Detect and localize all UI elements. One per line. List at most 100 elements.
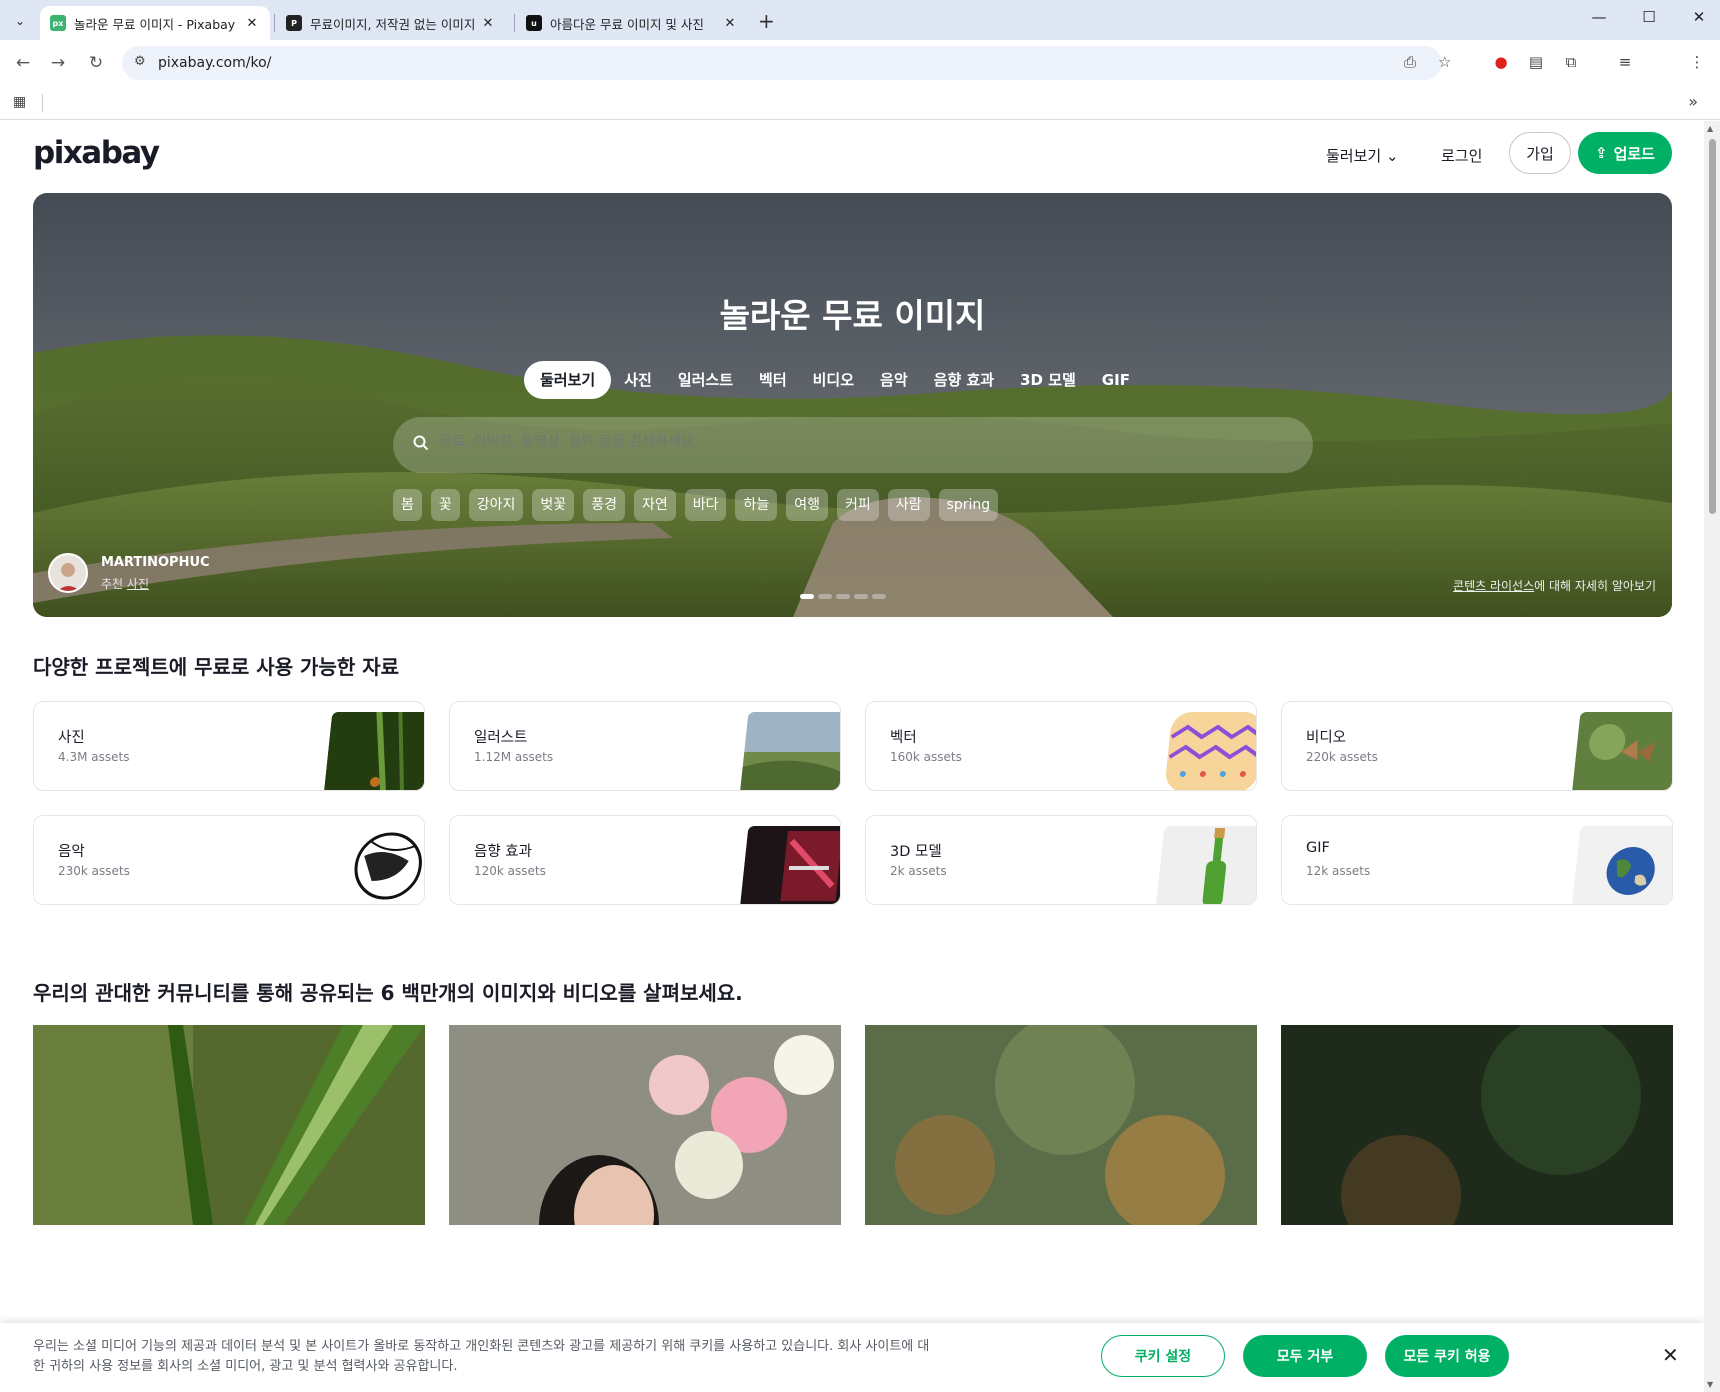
site-info-icon[interactable]: ⚙ xyxy=(134,54,146,69)
close-window-icon[interactable]: ✕ xyxy=(1684,8,1714,26)
tab-free-images[interactable]: P 무료이미지, 저작권 없는 이미지 ✕ xyxy=(276,6,506,40)
tag-chip[interactable]: 벚꽃 xyxy=(532,489,575,521)
new-tab-icon[interactable]: + xyxy=(758,9,775,33)
login-link[interactable]: 로그인 xyxy=(1441,145,1482,166)
maximize-icon[interactable]: ☐ xyxy=(1634,8,1664,26)
tab-title: 놀라운 무료 이미지 - Pixabay xyxy=(74,16,236,32)
landscape-thumbnail xyxy=(740,712,840,790)
tab-divider xyxy=(514,14,515,32)
card-count: 2k assets xyxy=(890,864,947,878)
cast-extension-icon[interactable]: ▤ xyxy=(1525,53,1547,71)
card-illustrations[interactable]: 일러스트 1.12M assets xyxy=(449,701,841,791)
page-scrollbar[interactable]: ▲ ▼ xyxy=(1704,121,1720,1392)
tag-chip[interactable]: 풍경 xyxy=(583,489,625,521)
category-sound-effects[interactable]: 음향 효과 xyxy=(921,361,1007,399)
tab-unsplash[interactable]: u 아름다운 무료 이미지 및 사진 ✕ xyxy=(516,6,748,40)
tag-chip[interactable]: 커피 xyxy=(837,489,879,521)
gallery-image-grass[interactable] xyxy=(33,1025,425,1225)
unsplash-favicon-icon: u xyxy=(526,15,542,31)
license-link[interactable]: 콘텐츠 라이선스 xyxy=(1453,579,1534,593)
category-videos[interactable]: 비디오 xyxy=(800,361,867,399)
tag-chip[interactable]: 여행 xyxy=(786,489,829,521)
browser-menu-icon[interactable]: ⋮ xyxy=(1686,53,1708,71)
category-illustrations[interactable]: 일러스트 xyxy=(665,361,746,399)
category-explore[interactable]: 둘러보기 xyxy=(524,361,612,399)
category-3d-models[interactable]: 3D 모델 xyxy=(1007,361,1089,399)
scroll-up-icon[interactable]: ▲ xyxy=(1707,124,1713,133)
tag-chip[interactable]: 하늘 xyxy=(735,489,778,521)
category-music[interactable]: 음악 xyxy=(867,361,921,399)
cookie-message: 우리는 소셜 미디어 기능의 제공과 데이터 분석 및 본 사이트가 올바로 동… xyxy=(33,1339,930,1374)
search-icon[interactable] xyxy=(413,435,429,451)
hero-title: 놀라운 무료 이미지 xyxy=(719,296,986,335)
close-tab-icon[interactable]: ✕ xyxy=(722,16,738,31)
address-bar[interactable]: ⚙ pixabay.com/ko/ ⎙ ☆ xyxy=(122,46,1451,80)
tab-divider xyxy=(274,14,275,32)
explore-label: 둘러보기 xyxy=(1326,147,1382,165)
opera-extension-icon[interactable]: ● xyxy=(1490,53,1512,71)
join-button[interactable]: 가입 xyxy=(1509,132,1571,174)
tag-chip[interactable]: 자연 xyxy=(633,489,676,521)
gallery-image-dark-foliage[interactable] xyxy=(1281,1025,1673,1225)
extensions-puzzle-icon[interactable]: ⧉ xyxy=(1560,53,1582,71)
card-3d-models[interactable]: 3D 모델 2k assets xyxy=(865,815,1257,905)
reject-all-button[interactable]: 모두 거부 xyxy=(1243,1335,1367,1377)
card-count: 230k assets xyxy=(58,864,130,878)
tag-chip[interactable]: spring xyxy=(938,489,999,521)
forward-icon[interactable]: → xyxy=(46,51,70,75)
pixabay-logo[interactable]: pixabay xyxy=(33,135,160,171)
tab-search-icon[interactable]: ⌄ xyxy=(8,9,32,33)
cookie-settings-button[interactable]: 쿠키 설정 xyxy=(1101,1335,1225,1377)
gallery-image-blurred-plants[interactable] xyxy=(865,1025,1257,1225)
back-icon[interactable]: ← xyxy=(11,51,35,75)
category-photos[interactable]: 사진 xyxy=(611,361,665,399)
close-icon[interactable]: ✕ xyxy=(1662,1343,1679,1367)
minimize-icon[interactable]: — xyxy=(1584,8,1614,26)
card-photos[interactable]: 사진 4.3M assets xyxy=(33,701,425,791)
browser-toolbar: ← → ↻ ⚙ pixabay.com/ko/ ⎙ ☆ ● ▤ ⧉ ≡ ⋮ xyxy=(0,40,1720,86)
hero-landscape-image xyxy=(33,193,1672,617)
tag-chip[interactable]: 꽃 xyxy=(430,489,460,521)
card-music[interactable]: 음악 230k assets xyxy=(33,815,425,905)
pixabay-favicon-icon: px xyxy=(50,15,66,31)
tag-chip[interactable]: 강아지 xyxy=(468,489,524,521)
card-videos[interactable]: 비디오 220k assets xyxy=(1281,701,1673,791)
search-input[interactable] xyxy=(439,434,1279,450)
card-vectors[interactable]: 벡터 160k assets xyxy=(865,701,1257,791)
tab-pixabay[interactable]: px 놀라운 무료 이미지 - Pixabay ✕ xyxy=(40,6,270,40)
featured-photo-link[interactable]: 사진 xyxy=(127,577,149,591)
card-gif[interactable]: GIF 12k assets xyxy=(1281,815,1673,905)
author-avatar[interactable] xyxy=(48,553,88,593)
tag-chip[interactable]: 사람 xyxy=(887,489,930,521)
assets-section-title: 다양한 프로젝트에 무료로 사용 가능한 자료 xyxy=(33,655,400,679)
accept-all-cookies-button[interactable]: 모든 쿠키 허용 xyxy=(1385,1335,1509,1377)
upload-button[interactable]: ⇪ 업로드 xyxy=(1578,132,1672,174)
card-count: 4.3M assets xyxy=(58,750,130,764)
card-sound-effects[interactable]: 음향 효과 120k assets xyxy=(449,815,841,905)
gallery-image-flowers-woman[interactable] xyxy=(449,1025,841,1225)
tag-chip[interactable]: 봄 xyxy=(393,489,422,521)
carousel-dot[interactable] xyxy=(818,594,832,599)
apps-grid-icon[interactable]: ▦ xyxy=(13,94,26,110)
category-vectors[interactable]: 벡터 xyxy=(746,361,800,399)
bookmark-divider xyxy=(42,94,43,112)
explore-menu[interactable]: 둘러보기 ⌄ xyxy=(1326,145,1399,166)
more-bookmarks-icon[interactable]: » xyxy=(1688,92,1698,111)
upload-icon: ⇪ xyxy=(1595,144,1608,162)
license-note: 콘텐츠 라이선스에 대해 자세히 알아보기 xyxy=(1453,577,1656,594)
install-app-icon[interactable]: ⎙ xyxy=(1404,53,1416,71)
scroll-down-icon[interactable]: ▼ xyxy=(1707,1380,1713,1389)
carousel-dot[interactable] xyxy=(836,594,850,599)
scrollbar-thumb[interactable] xyxy=(1709,139,1716,514)
carousel-dot[interactable] xyxy=(872,594,886,599)
carousel-dot[interactable] xyxy=(800,594,814,599)
reading-list-icon[interactable]: ≡ xyxy=(1614,53,1636,71)
category-gif[interactable]: GIF xyxy=(1089,361,1143,399)
bookmark-star-icon[interactable]: ☆ xyxy=(1438,53,1451,71)
close-tab-icon[interactable]: ✕ xyxy=(480,16,496,31)
close-tab-icon[interactable]: ✕ xyxy=(244,16,260,31)
carousel-dot[interactable] xyxy=(854,594,868,599)
reload-icon[interactable]: ↻ xyxy=(84,51,108,75)
author-name[interactable]: MARTINOPHUC xyxy=(101,555,210,570)
tag-chip[interactable]: 바다 xyxy=(684,489,727,521)
